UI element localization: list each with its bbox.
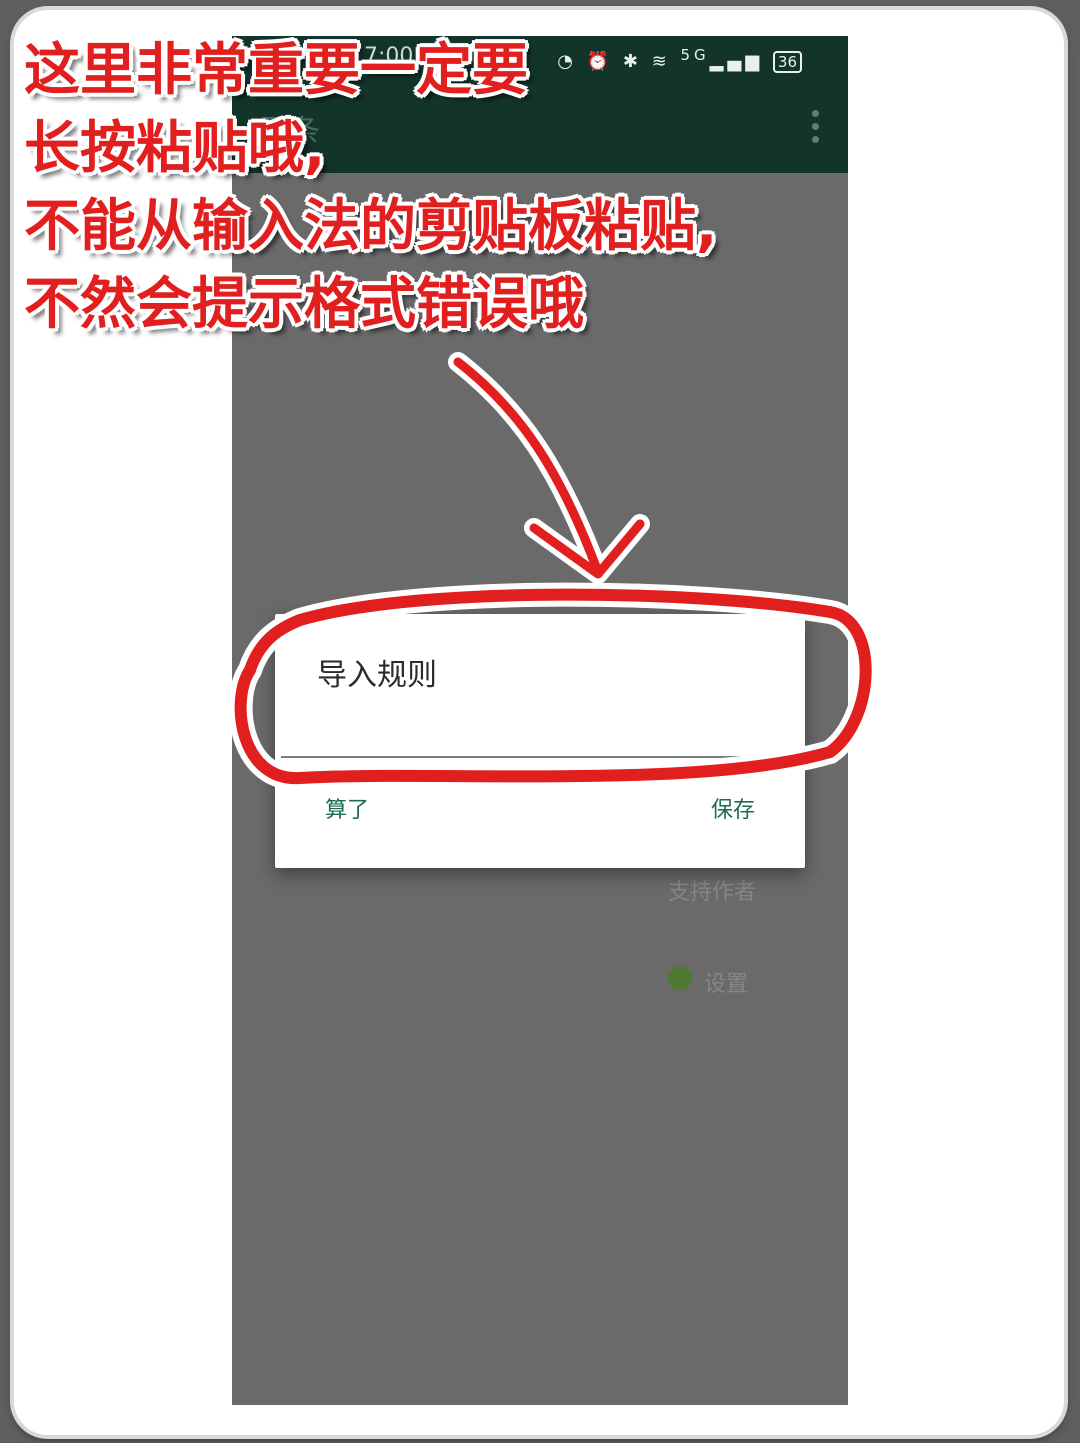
caption-line-4: 不然会提示格式错误哦	[24, 272, 584, 337]
wifi-icon: ≋	[651, 51, 671, 72]
cancel-button[interactable]: 算了	[317, 786, 377, 830]
signal-5g-icon: 5G▂▄▆	[680, 46, 764, 72]
dialog-title: 导入规则	[317, 658, 437, 693]
battery-icon: 36	[772, 51, 802, 73]
support-author-item[interactable]: 支持作者	[668, 874, 756, 906]
speed-icon: ◔	[557, 51, 577, 72]
settings-item[interactable]: 设置	[704, 966, 748, 998]
more-options-icon[interactable]	[812, 110, 820, 146]
bluetooth-icon: ✱	[622, 51, 642, 72]
caption-line-1: 这里非常重要一定要	[24, 38, 528, 103]
alarm-icon: ⏰	[586, 51, 614, 72]
settings-icon	[668, 966, 692, 990]
import-rules-dialog: 导入规则 算了 保存	[275, 614, 805, 868]
caption-line-3: 不能从输入法的剪贴板粘贴,	[24, 194, 718, 259]
save-button[interactable]: 保存	[703, 786, 763, 830]
rules-input[interactable]	[281, 738, 801, 758]
caption-line-2: 长按粘贴哦,	[24, 116, 326, 181]
status-icons: ◔ ⏰ ✱ ≋ 5G▂▄▆ 36	[557, 46, 802, 73]
